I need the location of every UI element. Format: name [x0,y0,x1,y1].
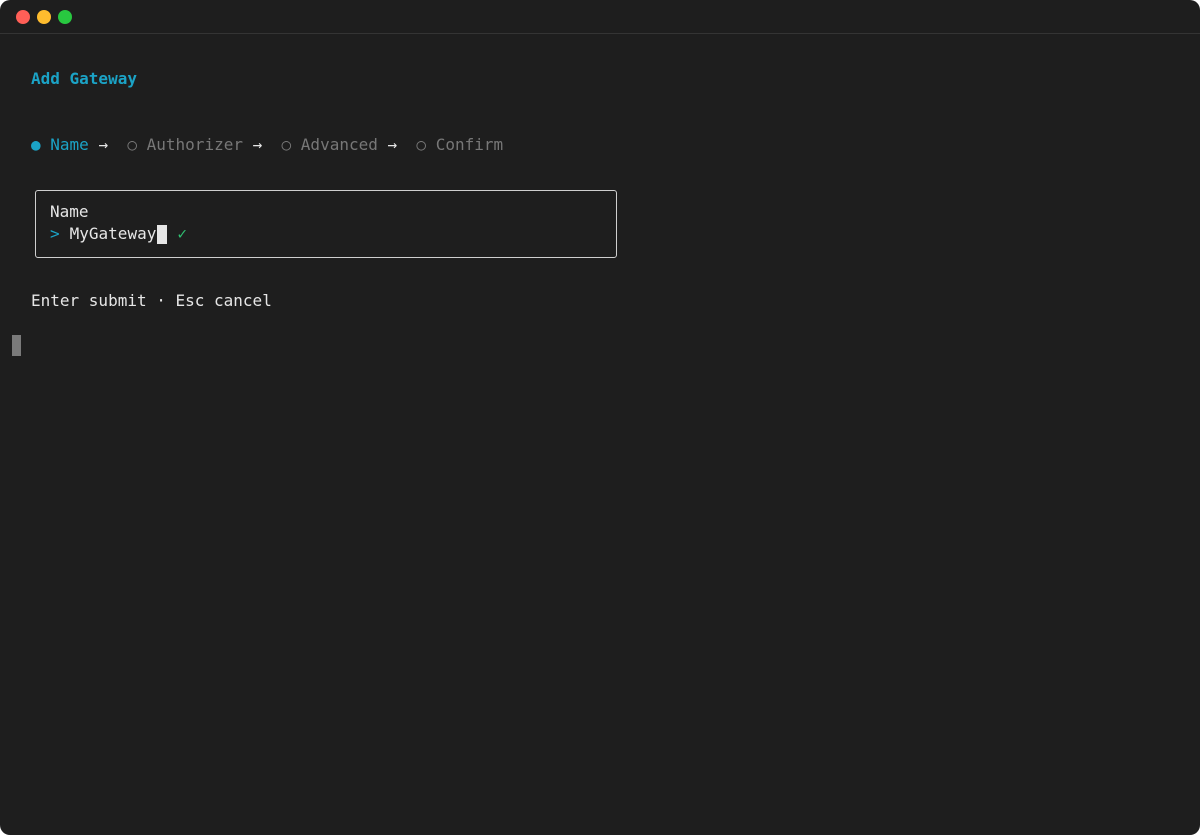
name-field-label: Name [50,202,89,221]
key-hint: Enter submit · Esc cancel [31,291,272,310]
name-input[interactable]: > MyGateway ✓ [50,223,187,245]
step-advanced: Advanced [300,135,378,154]
wizard-steps: ● Name → ○ Authorizer → ○ Advanced → ○ C… [31,134,503,156]
step-name: Name [50,135,89,154]
terminal-content: Add Gateway ● Name → ○ Authorizer → ○ Ad… [0,34,1200,835]
step-arrow-icon: → [387,135,398,154]
step-authorizer-marker: ○ [127,135,137,154]
step-arrow-icon: → [252,135,263,154]
name-field-box[interactable]: Name > MyGateway ✓ [35,190,617,258]
step-confirm: Confirm [435,135,504,154]
minimize-window-button[interactable] [37,10,51,24]
valid-check-icon: ✓ [177,224,187,243]
maximize-window-button[interactable] [58,10,72,24]
step-name-marker: ● [31,135,41,154]
prompt-chevron-icon: > [50,224,60,243]
step-confirm-marker: ○ [416,135,427,154]
close-window-button[interactable] [16,10,30,24]
name-input-value: MyGateway [69,224,157,243]
terminal-window: Add Gateway ● Name → ○ Authorizer → ○ Ad… [0,0,1200,835]
step-authorizer: Authorizer [146,135,243,154]
step-arrow-icon: → [98,135,109,154]
terminal-cursor [12,335,21,356]
step-advanced-marker: ○ [281,135,292,154]
title-bar [0,0,1200,34]
form-title: Add Gateway [31,69,137,88]
text-caret [157,224,168,244]
